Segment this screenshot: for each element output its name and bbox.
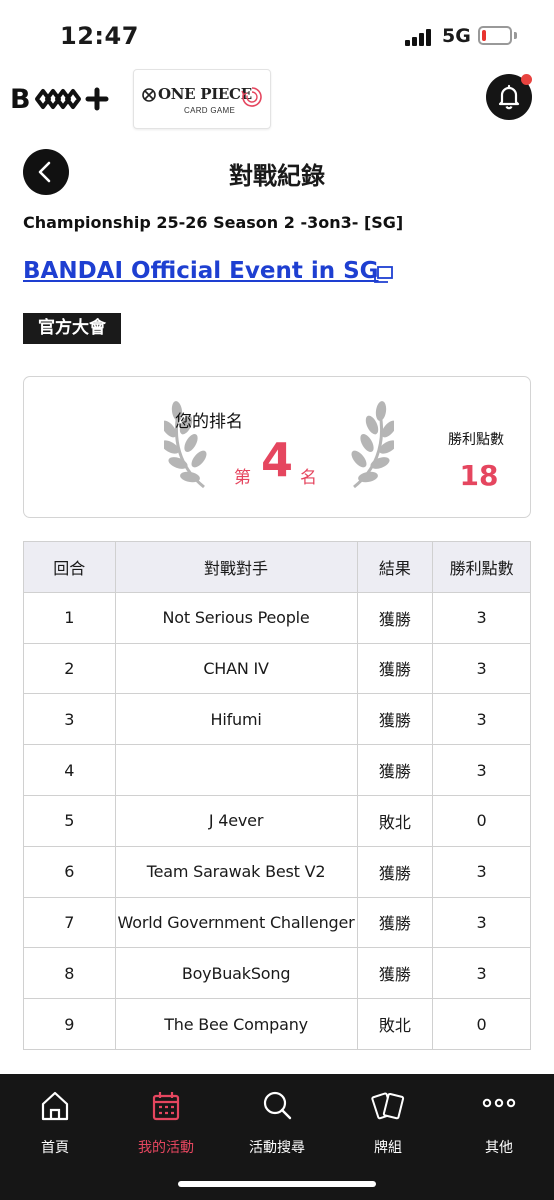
table-row: 4 獲勝 3 <box>23 744 531 796</box>
opponent-cell: World Government Challenger <box>114 896 358 949</box>
round-cell: 7 <box>23 896 116 949</box>
opponent-cell: The Bee Company <box>114 998 358 1050</box>
cards-icon <box>371 1092 405 1120</box>
table-row: 6 Team Sarawak Best V2 獲勝 3 <box>23 845 531 898</box>
table-row: 7 World Government Challenger 獲勝 3 <box>23 896 531 949</box>
nav-home-label: 首頁 <box>41 1140 69 1156</box>
nav-home[interactable]: 首頁 <box>0 1086 110 1166</box>
brand-logo[interactable]: B <box>10 82 109 116</box>
event-type-badge: 官方大會 <box>23 313 121 344</box>
points-cell: 3 <box>432 642 531 695</box>
battery-level <box>482 30 486 41</box>
event-name-link[interactable]: BANDAI Official Event in SG <box>23 258 379 284</box>
status-time: 12:47 <box>60 22 139 50</box>
table-row: 1 Not Serious People 獲勝 3 <box>23 591 531 644</box>
home-indicator[interactable] <box>178 1181 376 1187</box>
result-cell: 獲勝 <box>356 642 434 695</box>
nav-event-search[interactable]: 活動搜尋 <box>222 1086 332 1166</box>
rank-suffix: 名 <box>300 468 317 488</box>
ranking-card: 您的排名 第 4 名 勝利點數 18 <box>23 376 531 518</box>
round-cell: 5 <box>23 794 116 847</box>
result-cell: 獲勝 <box>356 947 434 1000</box>
table-row: 8 BoyBuakSong 獲勝 3 <box>23 947 531 1000</box>
opponent-cell: Hifumi <box>114 693 358 746</box>
game-logo-subtitle: CARD GAME <box>184 106 236 115</box>
points-cell: 3 <box>432 947 531 1000</box>
round-cell: 4 <box>23 744 116 796</box>
nav-more-label: 其他 <box>485 1140 513 1156</box>
header-round: 回合 <box>23 541 116 593</box>
result-cell: 獲勝 <box>356 744 434 796</box>
points-cell: 3 <box>432 744 531 796</box>
page-title: 對戰紀錄 <box>229 162 325 190</box>
round-cell: 6 <box>23 845 116 898</box>
table-row: 3 Hifumi 獲勝 3 <box>23 693 531 746</box>
result-cell: 獲勝 <box>356 896 434 949</box>
table-header-row: 回合 對戰對手 結果 勝利點數 <box>23 541 531 593</box>
nav-event-search-label: 活動搜尋 <box>249 1140 305 1156</box>
round-cell: 3 <box>23 693 116 746</box>
round-cell: 2 <box>23 642 116 695</box>
opponent-cell: BoyBuakSong <box>114 947 358 1000</box>
table-row: 2 CHAN IV 獲勝 3 <box>23 642 531 695</box>
nav-my-events[interactable]: 我的活動 <box>111 1086 221 1166</box>
opponent-cell <box>114 744 358 796</box>
table-row: 9 The Bee Company 敗北 0 <box>23 998 531 1050</box>
event-subtitle: Championship 25-26 Season 2 -3on3- [SG] <box>23 213 404 232</box>
rank-number: 4 <box>261 433 294 487</box>
network-label: 5G <box>442 25 471 47</box>
points-cell: 0 <box>432 794 531 847</box>
result-cell: 獲勝 <box>356 591 434 644</box>
skull-icon <box>142 88 156 102</box>
opponent-cell: Team Sarawak Best V2 <box>114 845 358 898</box>
points-cell: 3 <box>432 693 531 746</box>
round-cell: 8 <box>23 947 116 1000</box>
table-row: 5J 4ever 敗北 0 <box>23 794 531 847</box>
result-cell: 敗北 <box>356 998 434 1050</box>
external-link-icon[interactable] <box>372 265 394 285</box>
brand-logo-letter: B <box>10 83 31 115</box>
points-cell: 3 <box>432 591 531 644</box>
opponent-cell: Not Serious People <box>114 591 358 644</box>
result-cell: 敗北 <box>356 794 434 847</box>
header-opponent: 對戰對手 <box>114 541 358 593</box>
game-logo-title: ONE PIECE <box>158 85 252 103</box>
search-icon <box>263 1091 292 1120</box>
header-points: 勝利點數 <box>432 541 531 593</box>
points-cell: 0 <box>432 998 531 1050</box>
rank-prefix: 第 <box>234 468 251 488</box>
more-icon <box>482 1098 516 1108</box>
points-cell: 3 <box>432 896 531 949</box>
rank-display: 第 4 名 <box>228 429 328 489</box>
points-cell: 3 <box>432 845 531 898</box>
battery-cap <box>514 32 517 39</box>
status-bar: 12:47 5G <box>0 0 554 66</box>
points-label: 勝利點數 <box>448 432 504 448</box>
result-cell: 獲勝 <box>356 693 434 746</box>
round-cell: 1 <box>23 591 116 644</box>
nav-decks[interactable]: 牌組 <box>333 1086 443 1166</box>
points-value: 18 <box>459 459 499 492</box>
round-cell: 9 <box>23 998 116 1050</box>
nav-more[interactable]: 其他 <box>444 1086 554 1166</box>
opponent-cell: CHAN IV <box>114 642 358 695</box>
app-header: B ONE PIECE CARD GAME <box>0 66 554 132</box>
home-icon <box>41 1091 69 1121</box>
results-table: 回合 對戰對手 結果 勝利點數 1 Not Serious People 獲勝 3 2 C… <box>23 541 531 1050</box>
result-cell: 獲勝 <box>356 845 434 898</box>
notification-dot <box>521 74 532 85</box>
one-piece-logo[interactable]: ONE PIECE CARD GAME <box>133 69 271 129</box>
opponent-cell: J 4ever <box>114 794 358 847</box>
swirl-icon <box>241 87 262 107</box>
nav-decks-label: 牌組 <box>374 1140 402 1156</box>
battery-icon <box>478 26 512 45</box>
nav-my-events-label: 我的活動 <box>138 1140 194 1156</box>
brand-logo-mark <box>34 87 109 111</box>
signal-icon <box>405 28 435 46</box>
calendar-icon <box>152 1092 180 1121</box>
header-result: 結果 <box>356 541 434 593</box>
